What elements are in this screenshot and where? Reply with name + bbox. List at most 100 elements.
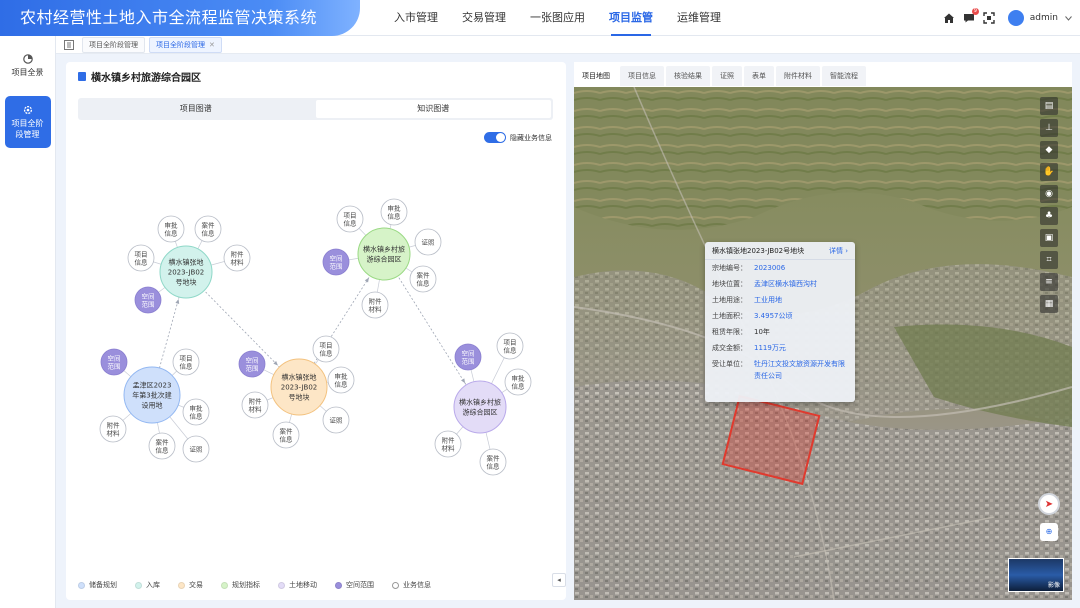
nav-item-transaction-management[interactable]: 交易管理 xyxy=(452,0,516,36)
graph-node-label: 空间 xyxy=(246,356,259,365)
field-value: 工业用地 xyxy=(754,296,782,304)
legend-label: 入库 xyxy=(146,581,160,589)
home-icon[interactable] xyxy=(942,11,956,25)
hand-pan-icon[interactable]: ✋ xyxy=(1040,163,1058,181)
menu-collapse-icon[interactable] xyxy=(64,39,74,50)
popup-row: 受让单位： 牡丹江文投文旅资源开发有限责任公司 xyxy=(705,356,855,382)
nav-item-ops-management[interactable]: 运维管理 xyxy=(667,0,731,36)
graph-node-label: 信息 xyxy=(320,349,334,358)
graph-main-node-label: 横水镇乡村旅 xyxy=(459,398,501,407)
graph-node-label: 项目 xyxy=(320,342,333,350)
popup-row: 成交金额： 1119万元 xyxy=(705,340,855,356)
graph-node-label: 材料 xyxy=(369,305,383,314)
field-label: 土地面积： xyxy=(712,312,747,320)
graph-node-label: 审批 xyxy=(388,204,402,213)
tab-verification-result[interactable]: 核验结果 xyxy=(666,66,710,86)
graph-node-label: 附件 xyxy=(442,436,456,445)
collapse-panel-button[interactable]: ◂ xyxy=(552,573,566,587)
field-value: 牡丹江文投文旅资源开发有限责任公司 xyxy=(754,360,845,380)
field-label: 租赁年限： xyxy=(712,328,747,336)
graph-main-node-label: 横水镇乡村旅 xyxy=(363,245,405,254)
graph-node-label: 信息 xyxy=(417,279,431,288)
graph-node-label: 信息 xyxy=(344,219,358,228)
field-value: 3.4957公顷 xyxy=(754,312,793,320)
notification-badge: 9 xyxy=(971,8,979,15)
graph-node-label: 空间 xyxy=(330,254,343,263)
graph-node-label: 范围 xyxy=(462,357,475,366)
tab-certificates[interactable]: 证照 xyxy=(712,66,742,86)
nav-item-project-supervision[interactable]: 项目监管 xyxy=(599,0,663,36)
graph-main-node-label: 孟津区2023 xyxy=(133,381,172,390)
graph-node-label: 项目 xyxy=(180,355,193,363)
legend-swatch xyxy=(178,581,185,589)
fullscreen-icon[interactable] xyxy=(982,11,996,25)
graph-main-node-label: 号地块 xyxy=(289,393,310,402)
legend-label: 储备规划 xyxy=(89,581,117,589)
app-title: 农村经营性土地入市全流程监管决策系统 xyxy=(0,0,360,36)
scan-icon[interactable]: ⌗ xyxy=(1040,251,1058,269)
popup-detail-link[interactable]: 详情 › xyxy=(829,246,848,256)
tag-icon[interactable]: ◆ xyxy=(1040,141,1058,159)
page-tab-stage-management[interactable]: 项目全阶段管理 xyxy=(82,36,145,53)
close-icon[interactable]: ✕ xyxy=(209,41,215,49)
page-tab-stage-management-active[interactable]: 项目全阶段管理 ✕ xyxy=(149,36,222,53)
save-icon[interactable]: ▦ xyxy=(1040,295,1058,313)
legend-item: 业务信息 xyxy=(392,580,431,590)
graph-node-label: 附件 xyxy=(369,297,383,306)
graph-node-label: 信息 xyxy=(388,212,402,221)
graph-main-node-label: 年第3批次建 xyxy=(132,391,171,400)
field-value: 1119万元 xyxy=(754,344,786,352)
graph-node-label: 范围 xyxy=(142,300,155,309)
tab-smart-workflow[interactable]: 智能流程 xyxy=(822,66,866,86)
zoom-icon[interactable]: ⊕ xyxy=(1040,523,1058,541)
field-value: 10年 xyxy=(754,328,770,336)
legend-swatch xyxy=(78,581,85,589)
field-value: 2023006 xyxy=(754,264,786,272)
tab-forms[interactable]: 表单 xyxy=(744,66,774,86)
nav-item-entry-management[interactable]: 入市管理 xyxy=(384,0,448,36)
graph-main-node-label: 游综合园区 xyxy=(463,408,498,417)
field-label: 成交金额： xyxy=(712,344,747,352)
stack-icon[interactable]: ≡ xyxy=(1040,273,1058,291)
globe-icon[interactable]: ◉ xyxy=(1040,185,1058,203)
graph-node-label: 案件 xyxy=(202,221,216,230)
header-toolbar: 9 admin xyxy=(942,0,1072,36)
username[interactable]: admin xyxy=(1030,13,1058,23)
legend-item: 土地移动 xyxy=(278,580,317,590)
graph-node-label: 证照 xyxy=(422,239,436,247)
sidebar-item-project-stage-management[interactable]: 项目全阶段管理 xyxy=(4,96,51,148)
tab-project-info[interactable]: 项目信息 xyxy=(620,66,664,86)
legend-label: 交易 xyxy=(189,581,203,589)
tab-project-map[interactable]: 项目地图 xyxy=(574,66,618,86)
legend-item: 空间范围 xyxy=(335,580,374,590)
layer-list-icon[interactable]: ▤ xyxy=(1040,97,1058,115)
graph-node-label: 项目 xyxy=(504,339,517,347)
briefcase-icon[interactable]: ▣ xyxy=(1040,229,1058,247)
basemap-switcher[interactable]: 影像 xyxy=(1008,558,1064,592)
legend-swatch xyxy=(278,581,285,589)
field-label: 土地用途： xyxy=(712,296,747,304)
graph-node-label: 材料 xyxy=(442,444,456,453)
legend-label: 土地移动 xyxy=(289,581,317,589)
field-label: 地块位置： xyxy=(712,280,747,288)
nav-item-map-application[interactable]: 一张图应用 xyxy=(520,0,595,36)
graph-main-node-label: 横水镇张地 xyxy=(169,258,204,267)
sidebar-item-project-overview[interactable]: 项目全景 xyxy=(5,44,51,88)
measure-icon[interactable]: ⊥ xyxy=(1040,119,1058,137)
compass-icon[interactable]: ➤ xyxy=(1038,493,1060,515)
graph-main-node[interactable] xyxy=(357,227,411,281)
graph-main-node[interactable] xyxy=(453,380,507,434)
graph-node-label: 信息 xyxy=(135,258,149,267)
message-icon[interactable]: 9 xyxy=(962,8,979,25)
legend-label: 规划指标 xyxy=(232,581,260,589)
graph-arrow xyxy=(175,298,180,304)
chevron-down-icon[interactable] xyxy=(1064,11,1072,25)
tree-icon[interactable]: ♣ xyxy=(1040,207,1058,225)
graph-node-label: 附件 xyxy=(249,397,263,406)
satellite-map[interactable]: 横水镇张地2023-JB02号地块 详情 › 宗地编号： 2023006 地块位置… xyxy=(574,87,1072,600)
graph-legend: 储备规划 入库 交易 规划指标 土地移动 空间范围 业务信息 xyxy=(78,580,431,590)
avatar[interactable] xyxy=(1007,10,1024,26)
tab-attachments[interactable]: 附件材料 xyxy=(776,66,820,86)
graph-node-label: 证照 xyxy=(190,446,204,454)
field-label: 受让单位： xyxy=(712,360,747,368)
